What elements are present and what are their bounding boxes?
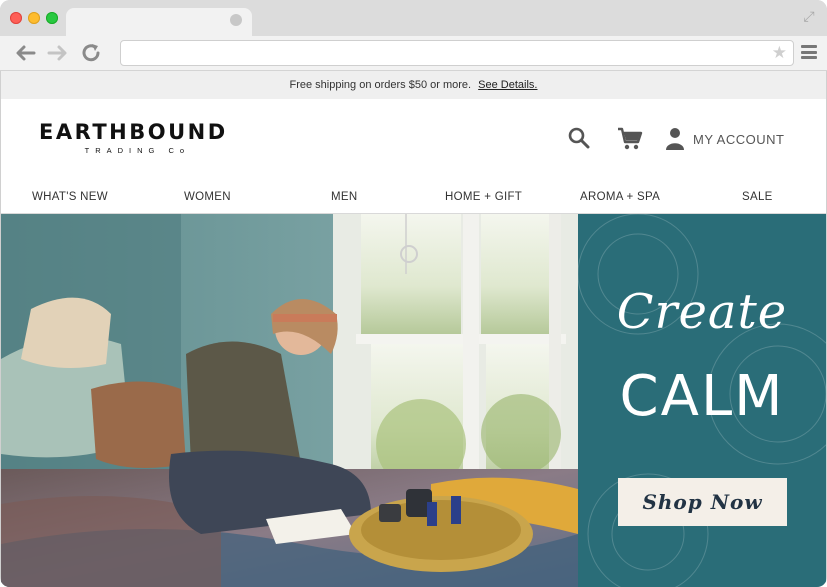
main-nav: WHAT'S NEW WOMEN MEN HOME + GIFT AROMA +… <box>1 181 826 214</box>
nav-item-sale[interactable]: SALE <box>742 181 773 213</box>
browser-titlebar: ⤢ <box>0 0 827 36</box>
tab-close-icon[interactable] <box>230 14 242 26</box>
hero-title-main: CALM <box>619 364 785 429</box>
site-logo[interactable]: EARTHBOUND TRADING Co <box>39 121 228 155</box>
nav-item-aroma-spa[interactable]: AROMA + SPA <box>580 181 660 213</box>
web-page: Free shipping on orders $50 or more. See… <box>1 71 826 587</box>
logo-sub-text: TRADING Co <box>84 146 191 155</box>
browser-window: ⤢ ★ Free shipping on orders $50 or more.… <box>0 0 827 587</box>
promo-text: Free shipping on orders $50 or more. <box>289 79 472 91</box>
nav-item-whats-new[interactable]: WHAT'S NEW <box>32 181 108 213</box>
nav-item-women[interactable]: WOMEN <box>184 181 231 213</box>
browser-toolbar: ★ <box>0 36 827 71</box>
hero-banner[interactable]: Create CALM Shop Now <box>1 214 826 587</box>
nav-item-men[interactable]: MEN <box>331 181 357 213</box>
nav-item-home-gift[interactable]: HOME + GIFT <box>445 181 522 213</box>
maximize-window-button[interactable] <box>46 12 58 24</box>
reload-button[interactable] <box>78 40 104 66</box>
arrow-left-icon <box>16 45 36 61</box>
fullscreen-icon[interactable]: ⤢ <box>801 8 817 24</box>
minimize-window-button[interactable] <box>28 12 40 24</box>
hamburger-menu-icon[interactable] <box>801 45 817 59</box>
hero-photo <box>1 214 578 587</box>
user-icon[interactable] <box>665 127 685 151</box>
my-account-link[interactable]: MY ACCOUNT <box>693 132 784 147</box>
close-window-button[interactable] <box>10 12 22 24</box>
logo-main-text: EARTHBOUND <box>39 120 228 144</box>
search-icon[interactable] <box>568 127 590 149</box>
browser-tab[interactable] <box>66 8 252 36</box>
arrow-right-icon <box>47 45 67 61</box>
back-button[interactable] <box>12 40 38 66</box>
forward-button[interactable] <box>45 40 71 66</box>
cart-icon[interactable] <box>617 127 643 151</box>
reload-icon <box>82 44 100 62</box>
site-header: EARTHBOUND TRADING Co MY ACCOUNT <box>1 99 826 182</box>
hero-title-script: Create <box>616 284 788 340</box>
star-icon[interactable]: ★ <box>772 42 787 64</box>
promo-details-link[interactable]: See Details. <box>478 79 537 91</box>
promo-bar: Free shipping on orders $50 or more. See… <box>1 71 826 99</box>
shop-now-button[interactable]: Shop Now <box>618 478 787 526</box>
hero-text-panel: Create CALM Shop Now <box>578 214 826 587</box>
address-bar[interactable]: ★ <box>120 40 794 66</box>
